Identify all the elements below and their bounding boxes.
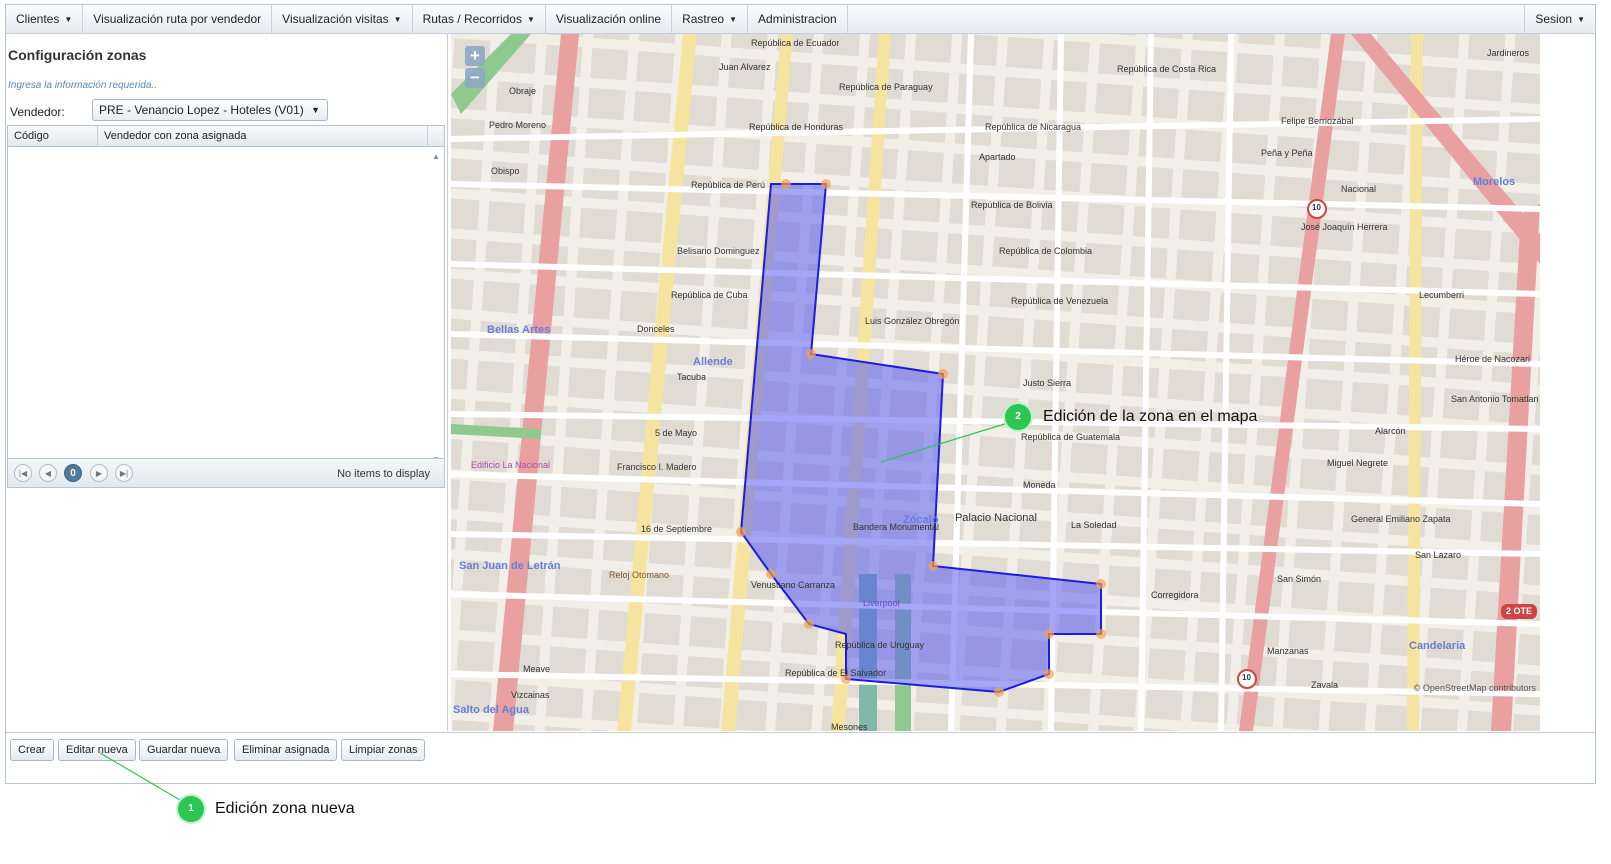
callout-text-1: Edición zona nueva bbox=[215, 800, 355, 817]
callout-text-2: Edición de la zona en el mapa bbox=[1043, 408, 1258, 425]
callout-badge-1: 1 bbox=[178, 796, 204, 822]
callout-lines bbox=[99, 752, 181, 801]
callout-badge-2: 2 bbox=[1005, 404, 1031, 430]
